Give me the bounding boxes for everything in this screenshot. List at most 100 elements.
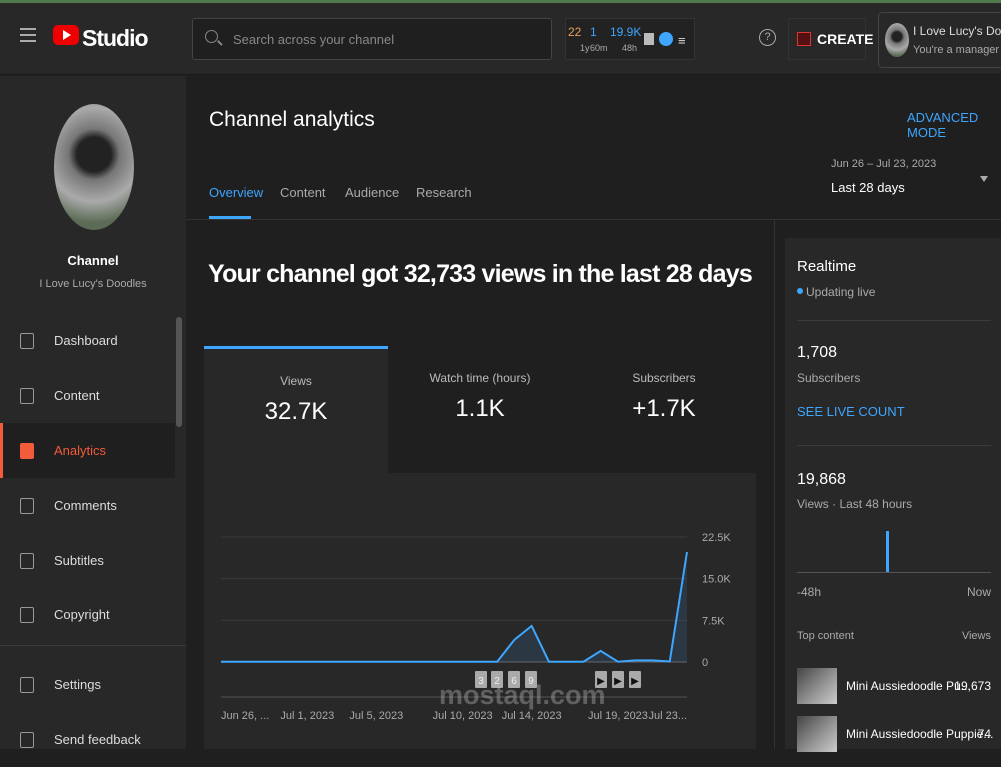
watermark: mostaql.com: [439, 680, 606, 711]
tab-overview[interactable]: Overview: [209, 185, 263, 200]
content-icon: [20, 388, 34, 404]
subscriber-label: Subscribers: [797, 371, 860, 385]
menu-icon[interactable]: [20, 28, 36, 42]
search-input[interactable]: Search across your channel: [192, 18, 552, 60]
sidebar-item-label: Analytics: [54, 443, 106, 458]
youtube-logo-icon[interactable]: [53, 25, 79, 45]
search-icon: [205, 30, 218, 43]
play-icon[interactable]: [659, 32, 673, 46]
stat-label: 48h: [622, 43, 637, 53]
y-tick-label: 22.5K: [702, 532, 731, 544]
realtime-title: Realtime: [797, 258, 856, 275]
stats-widget[interactable]: 22 1y 1 60m 19.9K 48h ≡: [565, 18, 695, 60]
video-title: Mini Aussiedoodle Puppie...: [846, 727, 993, 741]
sidebar-item-settings[interactable]: Settings: [0, 657, 175, 712]
brand-name: Studio: [82, 25, 148, 52]
analytics-icon: [20, 443, 34, 459]
video-views: 74: [978, 727, 991, 741]
views-column-label: Views: [962, 630, 991, 642]
sidebar: Channel I Love Lucy's Doodles DashboardC…: [0, 76, 186, 749]
y-tick-label: 7.5K: [702, 615, 725, 627]
x-tick-label: Jul 5, 2023: [349, 710, 403, 722]
page-title: Channel analytics: [209, 108, 375, 132]
x-tick-label: Jul 23...: [648, 710, 687, 722]
video-views: 19,673: [954, 679, 991, 693]
dashboard-icon: [20, 333, 34, 349]
divider: [774, 220, 775, 749]
chart-marker-label: ▶: [631, 676, 639, 687]
gear-icon: [20, 677, 34, 693]
sidebar-item-send-feedback[interactable]: Send feedback: [0, 712, 175, 767]
video-title: Mini Aussiedoodle Pu...: [846, 679, 971, 693]
period: Last 28 days: [831, 180, 905, 195]
sidebar-item-label: Send feedback: [54, 732, 141, 747]
list-icon[interactable]: ≡: [678, 33, 686, 48]
sidebar-item-label: Settings: [54, 677, 101, 692]
stat-value: 1: [590, 25, 597, 39]
account-avatar: [885, 23, 909, 57]
account-switcher[interactable]: I Love Lucy's Doodles You're a manager: [878, 12, 1001, 68]
sidebar-item-label: Comments: [54, 498, 117, 513]
create-video-icon: [797, 32, 811, 46]
y-tick-label: 15.0K: [702, 574, 731, 586]
channel-avatar[interactable]: [54, 104, 134, 230]
stat-value: 19.9K: [610, 25, 641, 39]
create-button[interactable]: CREATE: [788, 18, 866, 60]
chart-marker-label: ▶: [614, 676, 622, 687]
divider: [0, 645, 186, 646]
live-dot-icon: [797, 288, 803, 294]
help-icon[interactable]: ?: [759, 29, 776, 46]
search-placeholder: Search across your channel: [233, 32, 394, 47]
see-live-count-link[interactable]: SEE LIVE COUNT: [797, 404, 905, 419]
video-thumbnail: [797, 716, 837, 752]
series-line: [221, 552, 687, 662]
tab-content[interactable]: Content: [280, 185, 326, 200]
dropdown-arrow-icon: [980, 176, 988, 182]
channel-name: I Love Lucy's Doodles: [0, 278, 186, 290]
realtime-views-label: Views · Last 48 hours: [797, 497, 912, 511]
account-role: You're a manager: [913, 44, 999, 56]
top-content-item[interactable]: Mini Aussiedoodle Pu... 19,673: [785, 668, 1001, 708]
top-content-label: Top content: [797, 630, 854, 642]
stat-label: 60m: [590, 43, 608, 53]
axis-start: -48h: [797, 585, 821, 599]
sidebar-item-dashboard[interactable]: Dashboard: [0, 313, 175, 368]
create-label: CREATE: [817, 31, 874, 47]
realtime-panel: Realtime Updating live 1,708 Subscribers…: [785, 238, 1001, 749]
realtime-views: 19,868: [797, 471, 846, 489]
subtitles-icon: [20, 553, 34, 569]
area-fill: [221, 552, 687, 662]
headline: Your channel got 32,733 views in the las…: [204, 260, 756, 289]
tab-audience[interactable]: Audience: [345, 185, 399, 200]
feedback-icon: [20, 732, 34, 748]
sidebar-item-comments[interactable]: Comments: [0, 478, 175, 533]
sidebar-item-label: Dashboard: [54, 333, 118, 348]
tab-research[interactable]: Research: [416, 185, 472, 200]
chart-icon[interactable]: [644, 33, 654, 45]
top-content-item[interactable]: Mini Aussiedoodle Puppie... 74: [785, 716, 1001, 756]
x-tick-label: Jul 19, 2023: [588, 710, 648, 722]
comments-icon: [20, 498, 34, 514]
sidebar-item-label: Subtitles: [54, 553, 104, 568]
advanced-mode-link[interactable]: ADVANCED MODE: [907, 110, 1001, 140]
video-thumbnail: [797, 668, 837, 704]
sidebar-item-copyright[interactable]: Copyright: [0, 587, 175, 642]
x-tick-label: Jul 14, 2023: [502, 710, 562, 722]
date-range: Jun 26 – Jul 23, 2023: [831, 158, 936, 170]
copyright-icon: [20, 607, 34, 623]
subscriber-count: 1,708: [797, 344, 837, 362]
divider: [797, 445, 991, 446]
divider: [797, 320, 991, 321]
stat-value: 22: [568, 25, 581, 39]
realtime-status: Updating live: [806, 285, 875, 299]
sidebar-item-subtitles[interactable]: Subtitles: [0, 533, 175, 588]
axis-end: Now: [967, 585, 991, 599]
sidebar-item-analytics[interactable]: Analytics: [0, 423, 175, 478]
date-range-picker[interactable]: Jun 26 – Jul 23, 2023 Last 28 days: [820, 150, 995, 206]
account-name: I Love Lucy's Doodles: [913, 24, 1001, 38]
divider: [186, 219, 1001, 220]
realtime-bar[interactable]: [886, 531, 889, 572]
x-tick-label: Jul 10, 2023: [433, 710, 493, 722]
sidebar-scrollbar[interactable]: [176, 317, 182, 427]
sidebar-item-content[interactable]: Content: [0, 368, 175, 423]
